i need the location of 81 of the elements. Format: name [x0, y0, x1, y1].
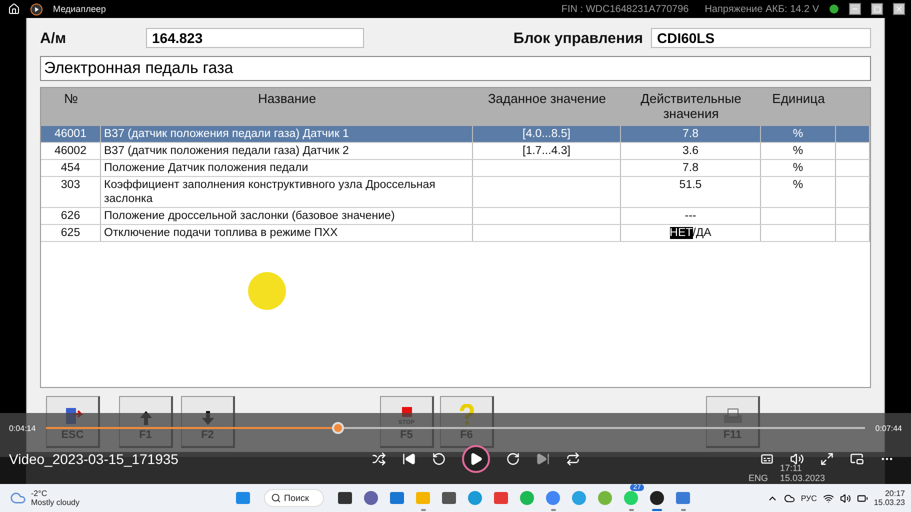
forward-icon[interactable]	[506, 452, 520, 466]
table-cell: %	[761, 143, 836, 159]
table-row[interactable]: 454 Положение Датчик положения педали 7.8 %	[41, 160, 870, 177]
table-cell: Отключение подачи топлива в режиме ПХХ	[101, 225, 473, 241]
fullscreen-icon[interactable]	[820, 452, 834, 466]
table-cell: 7.8	[621, 126, 761, 142]
play-icon	[469, 452, 483, 466]
section-title: Электронная педаль газа	[40, 56, 871, 81]
file-name: Video_2023-03-15_171935	[9, 451, 180, 467]
restore-icon	[874, 6, 880, 12]
weather-condition: Mostly cloudy	[31, 498, 80, 507]
table-cell: B37 (датчик положения педали газа) Датчик 1	[101, 126, 473, 142]
table-row[interactable]: 46001 B37 (датчик положения педали газа) Датчик 1 [4.0...8.5] 7.8 %	[41, 126, 870, 143]
table-cell: B37 (датчик положения педали газа) Датчик 2	[101, 143, 473, 159]
table-cell: 625	[41, 225, 101, 241]
shuffle-icon[interactable]	[372, 452, 386, 466]
table-cell: Положение Датчик положения педали	[101, 160, 473, 176]
cloud-icon[interactable]	[784, 492, 795, 504]
table-cell: 46002	[41, 143, 101, 159]
column-header: Действительные значения	[640, 90, 742, 123]
table-row[interactable]: 626 Положение дроссельной заслонки (базовое значение) ---	[41, 208, 870, 225]
vehicle-label: А/м	[40, 30, 68, 46]
battery-voltage: Напряжение АКБ: 14.2 V	[704, 4, 819, 14]
language-indicator: ENG	[748, 473, 768, 483]
wifi-icon[interactable]	[822, 492, 834, 504]
table-cell: Положение дроссельной заслонки (базовое значение)	[101, 208, 473, 224]
repeat-icon[interactable]	[566, 452, 580, 466]
minimize-button[interactable]	[849, 3, 861, 15]
search-field[interactable]: Поиск	[264, 489, 324, 507]
table-cell: [1.7...4.3]	[473, 143, 621, 159]
total-time: 0:07:44	[875, 424, 902, 432]
close-icon	[895, 5, 903, 13]
close-button[interactable]	[893, 3, 905, 15]
seek-thumb[interactable]	[332, 422, 344, 434]
status-dot-icon	[829, 4, 839, 14]
window-title: Медиаплеер	[53, 4, 106, 14]
clock-time: 20:17	[884, 489, 905, 498]
vin-status: FIN : WDC1648231A770796	[561, 4, 689, 14]
elapsed-time: 0:04:14	[9, 424, 36, 432]
rewind-icon[interactable]	[432, 452, 446, 466]
clock-date: 15.03.2023	[780, 473, 825, 483]
temperature: -2°C	[31, 489, 48, 498]
table-cell: 51.5	[621, 177, 761, 207]
table-cell: 3.6	[621, 143, 761, 159]
volume-icon[interactable]	[790, 452, 804, 466]
mini-player-icon[interactable]	[850, 452, 864, 466]
table-cell: %	[761, 177, 836, 207]
control-unit-label: Блок управления	[513, 30, 643, 46]
table-cell: ---	[621, 208, 761, 224]
volume-icon[interactable]	[840, 492, 851, 504]
table-cell: 626	[41, 208, 101, 224]
subtitles-icon[interactable]	[760, 452, 774, 466]
clock-date: 15.03.23	[874, 498, 905, 507]
weather-icon[interactable]	[10, 490, 26, 506]
restore-button[interactable]	[871, 3, 883, 15]
table-cell: 303	[41, 177, 101, 207]
control-unit-field[interactable]: CDI60LS	[651, 28, 871, 48]
table-cell: 7.8	[621, 160, 761, 176]
vehicle-field[interactable]: 164.823	[146, 28, 364, 48]
home-icon[interactable]	[8, 3, 20, 15]
column-header: Заданное значение	[486, 90, 608, 108]
table-cell: 46001	[41, 126, 101, 142]
previous-icon[interactable]	[402, 452, 416, 466]
column-header: Единица	[771, 90, 826, 108]
search-icon	[271, 493, 281, 503]
language-indicator[interactable]: РУС	[800, 494, 817, 502]
table-row[interactable]: 303 Коэффициент заполнения конструктивного узла Дроссельная заслонка 51.5 %	[41, 177, 870, 208]
table-cell: 454	[41, 160, 101, 176]
stop-icon	[402, 407, 412, 417]
table-cell: [4.0...8.5]	[473, 126, 621, 142]
next-icon[interactable]	[536, 452, 550, 466]
table-row[interactable]: 46002 B37 (датчик положения педали газа) Датчик 2 [1.7...4.3] 3.6 %	[41, 143, 870, 160]
clock-time: 17:11	[780, 463, 802, 473]
table-cell: Коэффициент заполнения конструктивного узла Дроссельная заслонка	[101, 177, 473, 207]
media-player-icon	[30, 2, 43, 16]
table-cell: %	[761, 126, 836, 142]
battery-icon[interactable]	[856, 492, 868, 504]
table-cell: %	[761, 160, 836, 176]
column-header: №	[63, 90, 79, 108]
column-header: Название	[256, 90, 318, 108]
start-app-icon[interactable]	[235, 490, 251, 506]
